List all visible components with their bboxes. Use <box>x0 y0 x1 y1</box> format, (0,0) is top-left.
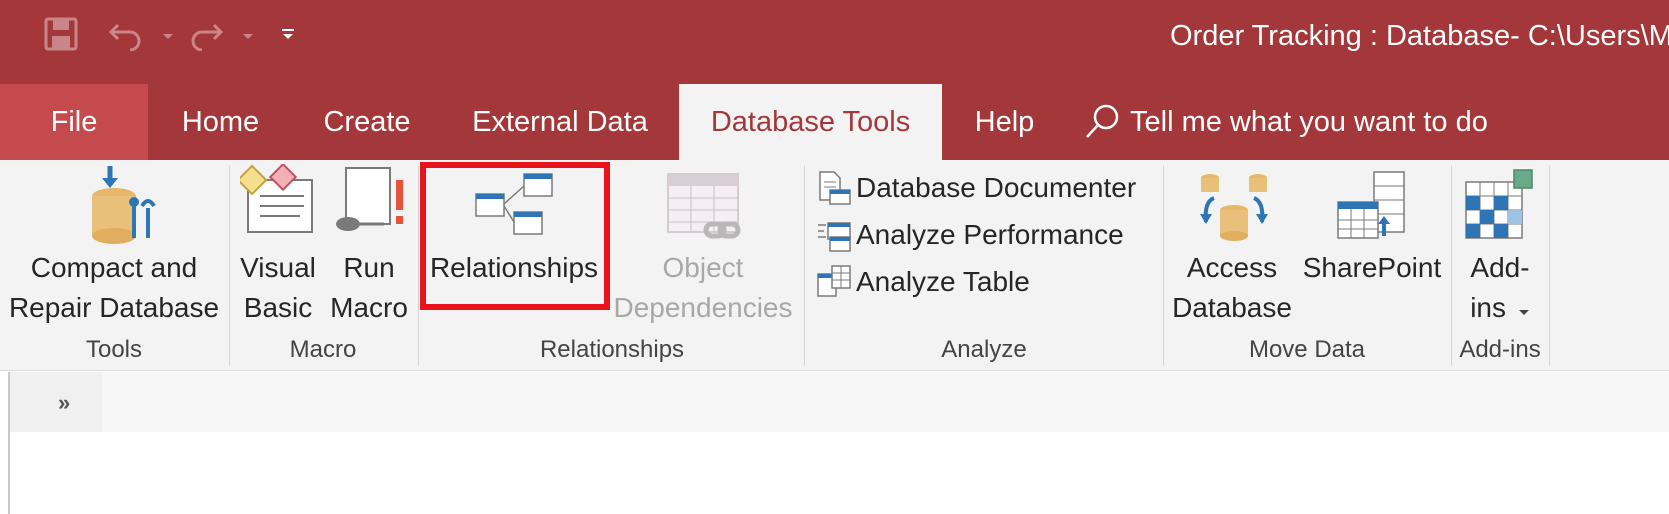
search-icon <box>1086 104 1119 138</box>
dropdown-arrow-icon <box>1518 310 1529 315</box>
tell-me-label: Tell me what you want to do <box>1130 105 1488 138</box>
sharepoint-label: SharePoint <box>1302 252 1442 283</box>
analyze-table-label: Analyze Table <box>856 266 1030 297</box>
analyze-table-icon <box>817 265 851 297</box>
tab-file[interactable]: File <box>0 84 148 160</box>
access-database-icon <box>1196 170 1272 249</box>
undo-dropdown-icon[interactable] <box>162 28 174 46</box>
analyze-performance-button[interactable]: Analyze Performance <box>816 215 1124 255</box>
undo-icon[interactable] <box>108 12 142 56</box>
add-ins-icon <box>1464 168 1540 249</box>
analyze-performance-icon <box>818 222 851 252</box>
object-dependencies-button[interactable]: Object Dependencies <box>610 160 796 330</box>
group-label-move-data: Move Data <box>1248 336 1366 363</box>
tell-me-box[interactable]: Tell me what you want to do <box>1082 84 1488 160</box>
ribbon-tab-row: File Home Create External Data Database … <box>0 84 1669 160</box>
sharepoint-button[interactable]: SharePoint <box>1298 160 1446 330</box>
run-macro-button[interactable]: Run Macro <box>324 160 414 330</box>
tab-database-tools[interactable]: Database Tools <box>679 84 942 160</box>
sharepoint-icon <box>1334 170 1410 249</box>
group-label-macro: Macro <box>289 336 357 363</box>
database-documenter-label: Database Documenter <box>856 172 1137 203</box>
compact-repair-button[interactable]: Compact and Repair Database <box>0 160 228 330</box>
group-label-add-ins: Add-ins <box>1459 336 1541 363</box>
nav-pane-header <box>102 372 1669 432</box>
group-separator <box>1549 166 1550 366</box>
redo-dropdown-icon[interactable] <box>242 28 254 46</box>
customize-qat-icon[interactable] <box>280 12 296 56</box>
documenter-icon <box>819 171 851 205</box>
highlight-box <box>420 162 610 310</box>
group-separator <box>418 166 419 366</box>
group-label-relationships: Relationships <box>539 336 685 363</box>
run-macro-icon <box>334 164 410 241</box>
visual-basic-icon <box>236 162 316 241</box>
object-dependencies-icon <box>664 170 744 251</box>
redo-icon[interactable] <box>190 12 224 56</box>
database-documenter-button[interactable]: Database Documenter <box>816 168 1136 208</box>
compact-repair-icon <box>88 166 160 253</box>
window-title: Order Tracking : Database- C:\Users\M <box>1170 20 1669 52</box>
nav-pane-toggle[interactable] <box>10 372 102 432</box>
ribbon-panel: Compact and Repair Database Tools Visual… <box>0 160 1669 371</box>
group-label-tools: Tools <box>85 336 143 363</box>
run-macro-label: Run Macro <box>330 252 408 323</box>
add-ins-label: Add- ins <box>1470 252 1530 323</box>
visual-basic-button[interactable]: Visual Basic <box>236 160 320 330</box>
object-dependencies-label: Object Dependencies <box>613 252 793 323</box>
tab-home[interactable]: Home <box>148 84 293 160</box>
analyze-table-button[interactable]: Analyze Table <box>816 262 1030 302</box>
tab-help[interactable]: Help <box>942 84 1067 160</box>
access-database-button[interactable]: Access Database <box>1166 160 1298 330</box>
group-separator <box>804 166 805 366</box>
add-ins-button[interactable]: Add- ins <box>1454 160 1546 330</box>
tab-external-data[interactable]: External Data <box>441 84 679 160</box>
group-label-analyze: Analyze <box>941 336 1027 363</box>
expand-nav-icon[interactable]: » <box>58 390 70 416</box>
visual-basic-label: Visual Basic <box>240 252 316 323</box>
compact-repair-label: Compact and Repair Database <box>8 252 220 323</box>
access-database-label: Access Database <box>1172 252 1292 323</box>
save-icon[interactable] <box>44 12 78 56</box>
tab-create[interactable]: Create <box>293 84 441 160</box>
title-bar: Order Tracking : Database- C:\Users\M <box>0 0 1669 84</box>
analyze-performance-label: Analyze Performance <box>856 219 1124 250</box>
